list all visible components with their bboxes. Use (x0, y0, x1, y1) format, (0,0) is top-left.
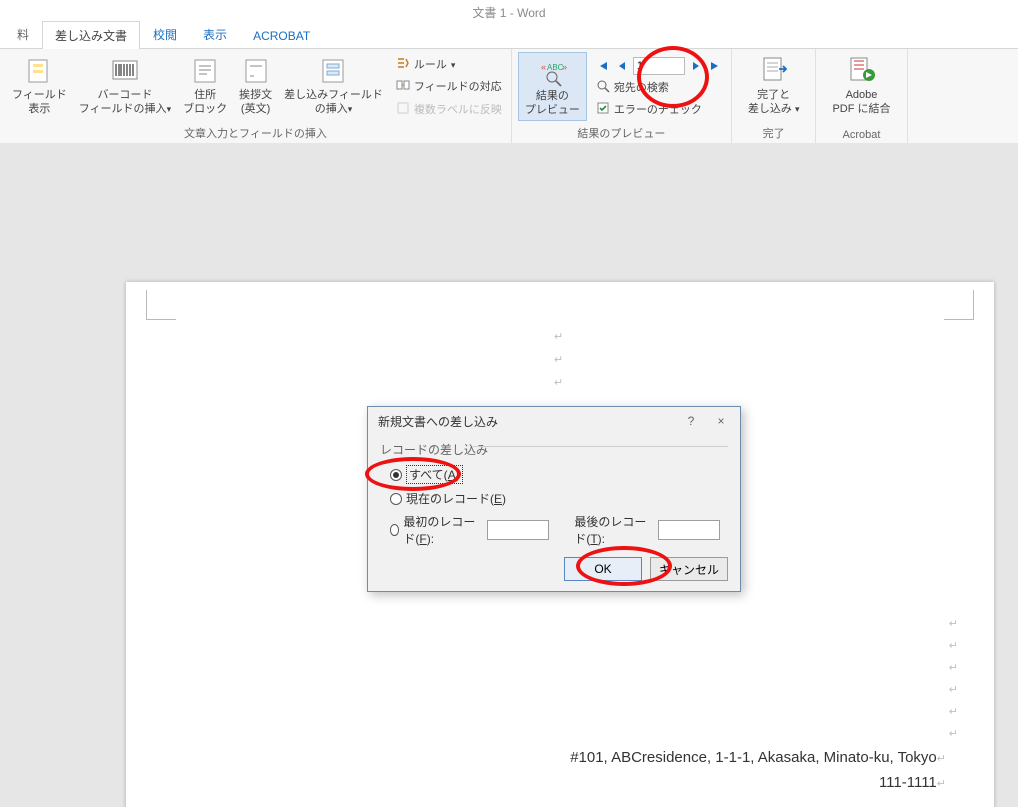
adobe-pdf-icon (846, 54, 878, 88)
greeting-line-icon (240, 54, 272, 88)
check-errors-icon (596, 101, 610, 120)
find-recipient-label: 宛先の検索 (614, 81, 669, 96)
update-labels-button: 複数ラベルに反映 (393, 100, 505, 121)
radio-all[interactable]: すべて(A) (380, 462, 728, 487)
barcode-field-button[interactable]: バーコード フィールドの挿入▾ (73, 52, 177, 119)
insert-merge-field-icon (317, 54, 349, 88)
address-block-button[interactable]: 住所 ブロック (177, 52, 233, 119)
highlight-fields-button[interactable]: フィールド 表示 (6, 52, 73, 119)
group-finish-label: 完了 (732, 123, 816, 144)
paragraph-mark: ↵ (554, 376, 563, 389)
adobe-pdf-label: Adobe PDF に結合 (832, 89, 890, 117)
radio-current[interactable]: 現在のレコード(E) (380, 487, 728, 510)
radio-all-indicator (390, 469, 402, 481)
prev-record-button[interactable] (614, 58, 630, 74)
paragraph-mark: ↵ (554, 330, 563, 343)
margin-corner-right (944, 290, 974, 320)
finish-merge-button[interactable]: 完了と 差し込み ▾ (738, 52, 810, 119)
barcode-icon (109, 54, 141, 88)
record-navigation (593, 55, 725, 77)
find-recipient-icon (596, 79, 610, 98)
insert-merge-field-label: 差し込みフィールド の挿入▾ (284, 89, 383, 117)
margin-corner-left (146, 290, 176, 320)
finish-merge-label: 完了と 差し込み ▾ (748, 89, 800, 117)
preview-results-icon: «ABC» (536, 55, 568, 89)
paragraph-mark: ↵ (949, 617, 958, 630)
greeting-line-label: 挨拶文 (英文) (239, 89, 272, 117)
radio-current-indicator (390, 493, 402, 505)
record-number-input[interactable] (633, 57, 685, 75)
next-record-button[interactable] (688, 58, 704, 74)
paragraph-mark: ↵ (949, 639, 958, 652)
radio-all-label: すべて(A) (406, 465, 463, 484)
radio-to-label: 最後のレコード(T): (574, 513, 650, 547)
help-button[interactable]: ? (678, 412, 704, 430)
close-button[interactable]: × (708, 412, 734, 430)
paragraph-mark: ↵ (949, 661, 958, 674)
tab-prev-fragment[interactable]: 料 (4, 20, 42, 48)
rules-button[interactable]: ルール ▾ (393, 55, 505, 76)
merge-to-new-document-dialog: 新規文書への差し込み ? × レコードの差し込み すべて(A) 現在のレコード(… (367, 406, 741, 592)
group-divider (473, 446, 728, 447)
update-labels-icon (396, 101, 410, 120)
group-insert-fields-label: 文章入力とフィールドの挿入 (0, 123, 511, 144)
tab-review[interactable]: 校閲 (140, 20, 190, 48)
match-fields-button[interactable]: フィールドの対応 (393, 77, 505, 98)
match-fields-icon (396, 78, 410, 97)
highlight-fields-label: フィールド 表示 (12, 89, 67, 117)
ribbon-tabs: 料 差し込み文書 校閲 表示 ACROBAT (0, 23, 1018, 49)
cancel-button[interactable]: キャンセル (650, 557, 728, 581)
barcode-field-label: バーコード フィールドの挿入▾ (79, 89, 171, 117)
insert-merge-field-button[interactable]: 差し込みフィールド の挿入▾ (278, 52, 389, 119)
last-record-button[interactable] (707, 58, 723, 74)
match-fields-label: フィールドの対応 (414, 80, 502, 95)
tab-mailmerge[interactable]: 差し込み文書 (42, 21, 140, 49)
rules-icon (396, 56, 410, 75)
radio-range[interactable]: 最初のレコード(F): 最後のレコード(T): (380, 510, 728, 550)
preview-results-label: 結果の プレビュー (525, 90, 580, 118)
dropdown-icon: ▾ (451, 59, 456, 72)
address-line-2: 111-1111↵ (879, 772, 946, 794)
svg-text:»: » (562, 62, 567, 72)
to-record-input[interactable] (658, 520, 720, 540)
paragraph-mark: ↵ (949, 727, 958, 740)
greeting-line-button[interactable]: 挨拶文 (英文) (233, 52, 278, 119)
svg-text:«: « (541, 62, 546, 72)
group-acrobat-label: Acrobat (816, 127, 906, 144)
ribbon: フィールド 表示 バーコード フィールドの挿入▾ 住所 ブロック 挨拶文 (英文… (0, 49, 1018, 145)
dialog-title: 新規文書への差し込み (378, 413, 498, 430)
find-recipient-button[interactable]: 宛先の検索 (593, 78, 725, 99)
tab-acrobat[interactable]: ACROBAT (240, 23, 323, 48)
paragraph-mark: ↵ (949, 683, 958, 696)
first-record-button[interactable] (595, 58, 611, 74)
paragraph-mark: ↵ (949, 705, 958, 718)
ok-button[interactable]: OK (564, 557, 642, 581)
update-labels-label: 複数ラベルに反映 (414, 103, 502, 118)
check-errors-label: エラーのチェック (614, 103, 702, 118)
highlight-fields-icon (23, 54, 55, 88)
address-block-label: 住所 ブロック (183, 89, 227, 117)
tab-view[interactable]: 表示 (190, 20, 240, 48)
radio-from-label: 最初のレコード(F): (403, 513, 479, 547)
preview-results-button[interactable]: «ABC» 結果の プレビュー (518, 52, 587, 121)
address-line-1: #101, ABCresidence, 1-1-1, Akasaka, Mina… (570, 747, 946, 769)
address-block-icon (189, 54, 221, 88)
paragraph-mark: ↵ (554, 353, 563, 366)
rules-label: ルール (414, 58, 447, 73)
finish-merge-icon (758, 54, 790, 88)
radio-current-label: 現在のレコード(E) (406, 490, 506, 507)
records-group-label: レコードの差し込み (380, 439, 728, 462)
from-record-input[interactable] (487, 520, 549, 540)
check-errors-button[interactable]: エラーのチェック (593, 100, 725, 121)
adobe-pdf-button[interactable]: Adobe PDF に結合 (822, 52, 900, 119)
group-preview-label: 結果のプレビュー (512, 123, 731, 144)
radio-range-indicator (390, 524, 399, 536)
